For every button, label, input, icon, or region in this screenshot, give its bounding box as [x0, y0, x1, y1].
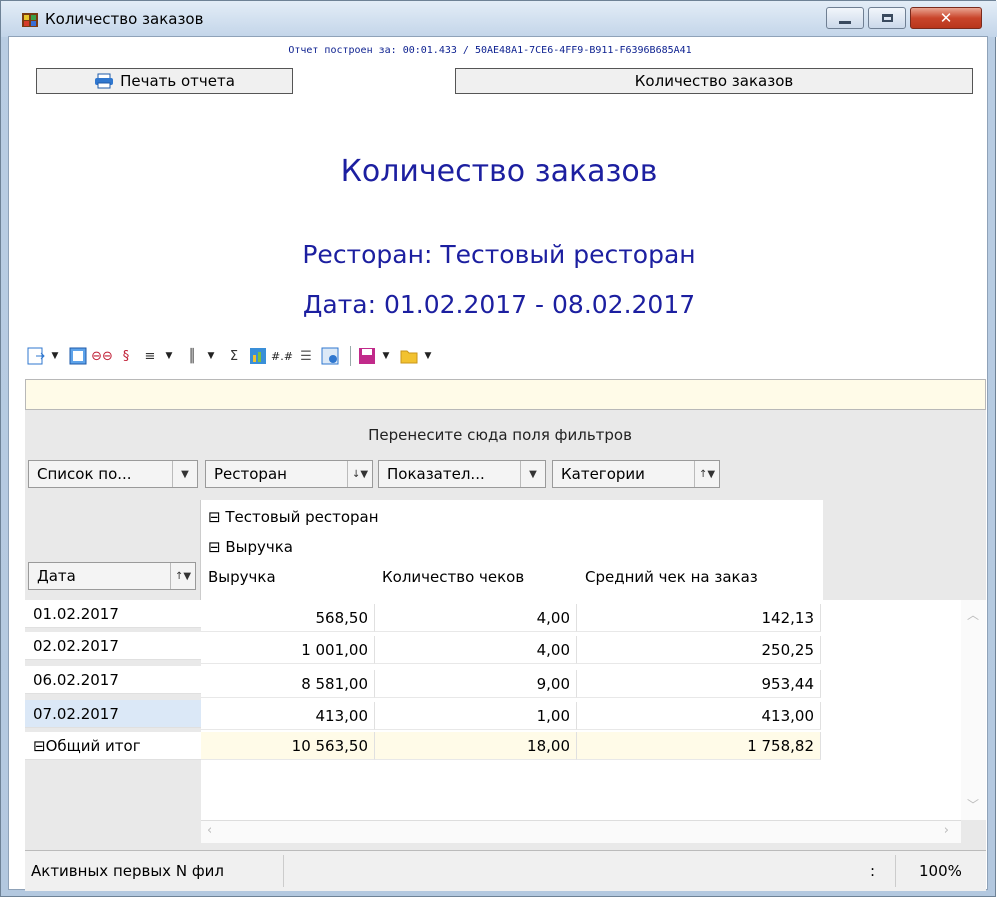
title-bar[interactable]: Количество заказов ✕ — [1, 1, 997, 37]
sort-desc-icon[interactable]: ↓▼ — [347, 461, 372, 487]
window-title: Количество заказов — [45, 10, 204, 28]
total-cell[interactable]: 10 563,50 — [201, 732, 375, 760]
chevron-down-icon[interactable]: ▼ — [423, 346, 433, 366]
table-cell[interactable]: 4,00 — [375, 636, 577, 664]
field-restaurant-label: Ресторан — [214, 465, 287, 483]
status-bar: Активных первых N фил : 100% — [25, 850, 986, 891]
table-cell[interactable]: 413,00 — [577, 702, 821, 730]
sum-icon[interactable]: Σ — [224, 346, 244, 366]
field-metrics-label: Показател... — [387, 465, 485, 483]
scroll-up-icon[interactable]: ︿ — [967, 606, 979, 623]
table-cell[interactable]: 142,13 — [577, 604, 821, 632]
report-name-label: Количество заказов — [634, 72, 794, 90]
chevron-down-icon[interactable]: ▼ — [520, 461, 545, 487]
scroll-right-icon[interactable]: › — [944, 823, 949, 838]
table-cell[interactable]: 953,44 — [577, 670, 821, 698]
field-restaurant-button[interactable]: Ресторан ↓▼ — [205, 460, 373, 488]
report-restaurant: Ресторан: Тестовый ресторан — [302, 240, 696, 269]
close-button[interactable]: ✕ — [910, 7, 982, 29]
print-report-label: Печать отчета — [120, 72, 235, 90]
expand-icon[interactable]: § — [116, 346, 136, 366]
field-list-button[interactable]: Список по... ▼ — [28, 460, 198, 488]
total-row-header[interactable]: ⊟ Общий итог — [25, 732, 201, 760]
build-info: Отчет построен за: 00:01.433 / 50AE48A1-… — [288, 45, 692, 56]
table-cell[interactable]: 1 001,00 — [201, 636, 375, 664]
field-date-label: Дата — [37, 567, 76, 585]
print-report-button[interactable]: Печать отчета — [36, 68, 293, 94]
maximize-button[interactable] — [868, 7, 906, 29]
columns-icon[interactable]: ║ — [182, 346, 202, 366]
field-date-button[interactable]: Дата ↑▼ — [28, 562, 196, 590]
export-layout-icon[interactable] — [26, 346, 46, 366]
header-revenue-group[interactable]: ⊟ Выручка — [208, 538, 293, 556]
field-metrics-button[interactable]: Показател... ▼ — [378, 460, 546, 488]
report-name-button[interactable]: Количество заказов — [455, 68, 973, 94]
column-header[interactable]: Средний чек на заказ — [585, 568, 758, 586]
filter-drop-area[interactable] — [25, 379, 986, 410]
status-active-filters: Активных первых N фил — [31, 862, 224, 880]
total-cell[interactable]: 1 758,82 — [577, 732, 821, 760]
table-cell[interactable]: 250,25 — [577, 636, 821, 664]
zoom-level[interactable]: 100% — [919, 862, 962, 880]
header-restaurant[interactable]: ⊟ Тестовый ресторан — [208, 508, 379, 526]
chevron-down-icon[interactable]: ▼ — [164, 346, 174, 366]
open-folder-icon[interactable] — [399, 346, 419, 366]
sort-asc-icon[interactable]: ↑▼ — [170, 563, 195, 589]
field-categories-label: Категории — [561, 465, 645, 483]
report-date-range: Дата: 01.02.2017 - 08.02.2017 — [302, 290, 696, 319]
row-header[interactable]: 01.02.2017 — [25, 600, 201, 628]
table-cell[interactable]: 9,00 — [375, 670, 577, 698]
scroll-down-icon[interactable]: ﹀ — [967, 796, 979, 813]
status-separator: : — [870, 862, 876, 880]
pivot-toolbar: ▼ ⊖⊖ § ≡ ▼ ║ ▼ Σ #.# ☰ ▼ ▼ — [26, 342, 441, 370]
maximize-icon — [881, 14, 893, 22]
horizontal-scrollbar[interactable]: ‹ › — [201, 820, 961, 843]
field-list-label: Список по... — [37, 465, 132, 483]
table-cell[interactable]: 1,00 — [375, 702, 577, 730]
column-header[interactable]: Выручка — [208, 568, 276, 586]
column-header[interactable]: Количество чеков — [382, 568, 524, 586]
filter-hint: Перенесите сюда поля фильтров — [368, 426, 632, 444]
scroll-left-icon[interactable]: ‹ — [207, 823, 212, 838]
status-divider — [895, 855, 896, 887]
vertical-scrollbar[interactable]: ︿ ﹀ — [961, 600, 986, 820]
text-icon[interactable]: ☰ — [296, 346, 316, 366]
number-format-icon[interactable]: #.# — [271, 346, 293, 366]
chevron-down-icon[interactable]: ▼ — [172, 461, 197, 487]
field-categories-button[interactable]: Категории ↑▼ — [552, 460, 720, 488]
chevron-down-icon[interactable]: ▼ — [381, 346, 391, 366]
save-icon[interactable] — [357, 346, 377, 366]
toolbar-separator — [350, 346, 351, 366]
printer-icon — [95, 73, 114, 89]
row-header[interactable]: 02.02.2017 — [25, 632, 201, 660]
row-header[interactable]: 07.02.2017 — [25, 700, 201, 728]
minimize-icon — [839, 20, 851, 24]
status-divider — [283, 855, 284, 887]
table-cell[interactable]: 413,00 — [201, 702, 375, 730]
row-header[interactable]: 06.02.2017 — [25, 666, 201, 694]
minimize-button[interactable] — [826, 7, 864, 29]
collapse-icon[interactable]: ⊖⊖ — [91, 346, 113, 366]
align-icon[interactable]: ≡ — [140, 346, 160, 366]
chevron-down-icon[interactable]: ▼ — [50, 346, 60, 366]
table-cell[interactable]: 8 581,00 — [201, 670, 375, 698]
chart-icon[interactable] — [248, 346, 268, 366]
close-icon: ✕ — [939, 9, 953, 27]
table-cell[interactable]: 568,50 — [201, 604, 375, 632]
grid-settings-icon[interactable] — [68, 346, 88, 366]
chevron-down-icon[interactable]: ▼ — [206, 346, 216, 366]
total-cell[interactable]: 18,00 — [375, 732, 577, 760]
info-icon[interactable] — [320, 346, 340, 366]
app-icon — [22, 13, 38, 27]
report-title: Количество заказов — [340, 154, 658, 189]
sort-asc-icon[interactable]: ↑▼ — [694, 461, 719, 487]
table-cell[interactable]: 4,00 — [375, 604, 577, 632]
